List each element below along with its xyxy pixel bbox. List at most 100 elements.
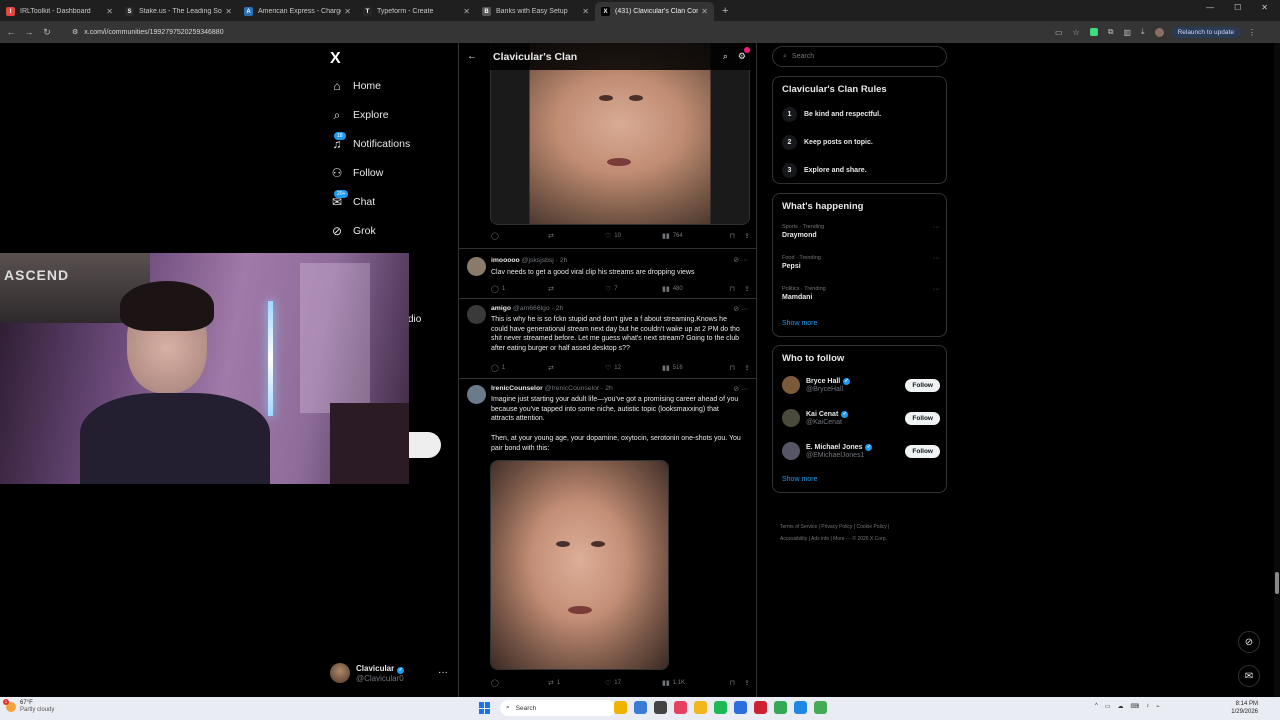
avatar[interactable]: [782, 409, 800, 427]
tab-close-icon[interactable]: ✕: [701, 7, 708, 16]
new-tab-button[interactable]: +: [722, 5, 728, 17]
messages-float-button[interactable]: ✉: [1238, 665, 1260, 687]
url-field[interactable]: ⚙ x.com/i/communities/199279752025934688…: [62, 25, 1047, 40]
page-scrollbar[interactable]: [1274, 43, 1280, 697]
obscured-button[interactable]: [409, 432, 441, 458]
tab-close-icon[interactable]: ✕: [582, 7, 589, 16]
x-logo[interactable]: X: [330, 50, 341, 68]
reply-button[interactable]: ◯ 1: [491, 285, 548, 293]
taskbar-app-icon[interactable]: [754, 701, 767, 714]
post-more-icon[interactable]: ⊘ ···: [733, 305, 748, 313]
download-icon[interactable]: ⤓: [1141, 27, 1145, 37]
browser-tab[interactable]: S Stake.us - The Leading Social C...✕: [119, 2, 238, 21]
tray-icon[interactable]: ⌨: [1131, 703, 1140, 710]
share-icon[interactable]: ⇪: [744, 679, 750, 687]
like-button[interactable]: ♡ 17: [605, 679, 662, 687]
account-switcher[interactable]: Clavicular ✓ @Clavicular0: [330, 663, 405, 683]
follow-button[interactable]: Follow: [905, 411, 940, 425]
nav-grok[interactable]: ⊘ Grok: [330, 224, 376, 238]
author-name[interactable]: amigo: [491, 305, 511, 312]
nav-follow[interactable]: ⚇ Follow: [330, 166, 384, 180]
weather-widget[interactable]: 1 67°F Partly cloudy: [3, 699, 54, 714]
sidebar-icon[interactable]: ▥: [1123, 28, 1131, 37]
scrollbar-thumb[interactable]: [1275, 572, 1279, 594]
repost-button[interactable]: ⇄: [548, 285, 605, 293]
views-button[interactable]: ▮▮ 764: [662, 232, 719, 240]
repost-button[interactable]: ⇄: [548, 364, 605, 372]
avatar[interactable]: [467, 305, 486, 324]
nav-chat[interactable]: ✉ 20+ Chat: [330, 190, 375, 209]
follow-suggestion[interactable]: Bryce Hall ✓ @BryceHall Follow: [782, 376, 940, 394]
trend-item[interactable]: Food · Trending Pepsi ···: [782, 255, 940, 270]
profile-avatar[interactable]: [1154, 27, 1164, 37]
tab-close-icon[interactable]: ✕: [344, 7, 351, 16]
bookmark-icon[interactable]: ⊓: [730, 285, 735, 293]
browser-tab[interactable]: X (431) Clavicular's Clan Commu...✕: [595, 2, 714, 21]
author-name[interactable]: imooooo: [491, 257, 520, 264]
follow-suggestion[interactable]: E. Michael Jones ✓ @EMichaelJones1 Follow: [782, 442, 940, 460]
taskbar-app-icon[interactable]: [774, 701, 787, 714]
grok-float-button[interactable]: ⊘: [1238, 631, 1260, 653]
tray-icon[interactable]: ^: [1095, 703, 1098, 710]
taskbar-app-icon[interactable]: [634, 701, 647, 714]
nav-explore[interactable]: ⌕ Explore: [330, 108, 389, 122]
search-icon[interactable]: ⌕: [723, 51, 728, 62]
taskbar-app-icon[interactable]: [654, 701, 667, 714]
tab-close-icon[interactable]: ✕: [106, 7, 113, 16]
tab-close-icon[interactable]: ✕: [225, 7, 232, 16]
bookmark-star-icon[interactable]: ☆: [1073, 28, 1080, 37]
share-icon[interactable]: ⇪: [744, 285, 750, 293]
post-more-icon[interactable]: ⊘ ···: [733, 256, 748, 264]
trend-item[interactable]: Sports · Trending Draymond ···: [782, 224, 940, 239]
bookmark-icon[interactable]: ⊓: [730, 232, 735, 240]
taskbar-app-icon[interactable]: [614, 701, 627, 714]
avatar[interactable]: [782, 442, 800, 460]
nav-notifications[interactable]: ♫ 18 Notifications: [330, 132, 410, 151]
minimize-icon[interactable]: —: [1206, 3, 1214, 12]
bookmark-icon[interactable]: ⊓: [730, 364, 735, 372]
views-button[interactable]: ▮▮ 1.1K: [662, 679, 719, 687]
post-more-icon[interactable]: ⊘ ···: [733, 385, 748, 393]
taskbar-app-icon[interactable]: [694, 701, 707, 714]
post[interactable]: IrenicCounselor @IrenicCounselor · 2h ⊘ …: [459, 378, 756, 697]
bookmark-icon[interactable]: ⊓: [730, 679, 735, 687]
footer-line[interactable]: Accessibility | Ads info | More ··· © 20…: [780, 533, 945, 545]
relaunch-button[interactable]: Relaunch to update: [1171, 26, 1240, 38]
reply-button[interactable]: ◯: [491, 232, 548, 240]
search-input[interactable]: ⌕ Search: [772, 46, 947, 67]
follow-button[interactable]: Follow: [905, 444, 940, 458]
share-icon[interactable]: ⇪: [744, 364, 750, 372]
views-button[interactable]: ▮▮ 480: [662, 285, 719, 293]
like-button[interactable]: ♡ 12: [605, 364, 662, 372]
avatar[interactable]: [467, 257, 486, 276]
taskbar-search[interactable]: ⌕ Search: [500, 700, 616, 716]
back-icon[interactable]: ←: [4, 27, 18, 37]
follow-button[interactable]: Follow: [905, 378, 940, 392]
taskbar-app-icon[interactable]: [814, 701, 827, 714]
follow-suggestion[interactable]: Kai Cenat ✓ @KaiCenat Follow: [782, 409, 940, 427]
like-button[interactable]: ♡ 7: [605, 285, 662, 293]
avatar[interactable]: [467, 385, 486, 404]
browser-tab[interactable]: B Banks with Easy Setup ✕: [476, 2, 595, 21]
repost-button[interactable]: ⇄ 1: [548, 679, 605, 687]
avatar[interactable]: [782, 376, 800, 394]
trend-more-icon[interactable]: ···: [933, 286, 940, 293]
views-button[interactable]: ▮▮ 516: [662, 364, 719, 372]
trend-more-icon[interactable]: ···: [933, 224, 940, 231]
tray-icon[interactable]: ☁: [1118, 703, 1124, 710]
browser-tab[interactable]: I IRLToolkit - Dashboard ✕: [0, 2, 119, 21]
cast-icon[interactable]: ▭: [1055, 28, 1063, 37]
clock[interactable]: 8:14 PM 1/29/2026: [1231, 700, 1258, 716]
taskbar-app-icon[interactable]: [734, 701, 747, 714]
show-more-link[interactable]: Show more: [782, 476, 817, 483]
menu-icon[interactable]: ⋮: [1248, 28, 1256, 37]
taskbar-app-icon[interactable]: [794, 701, 807, 714]
footer-line[interactable]: Terms of Service | Privacy Policy | Cook…: [780, 521, 945, 533]
browser-tab[interactable]: T Typeform - Create ✕: [357, 2, 476, 21]
reload-icon[interactable]: ↻: [40, 27, 54, 38]
tray-icon[interactable]: ▭: [1105, 703, 1111, 710]
show-more-link[interactable]: Show more: [782, 320, 817, 327]
reply-button[interactable]: ◯ 1: [491, 364, 548, 372]
nav-home[interactable]: ⌂ Home: [330, 79, 381, 93]
browser-tab[interactable]: A American Express - Charge Veri...✕: [238, 2, 357, 21]
